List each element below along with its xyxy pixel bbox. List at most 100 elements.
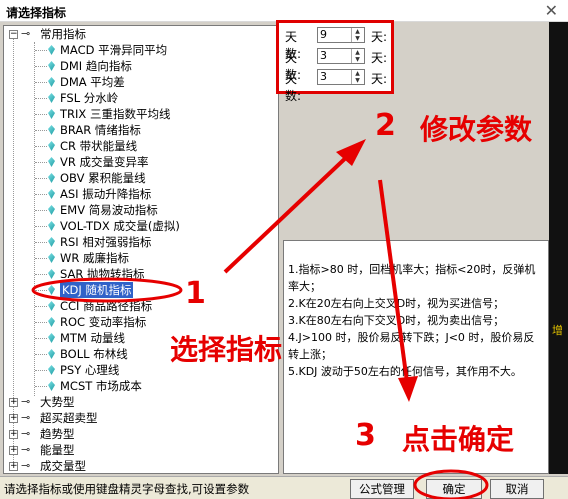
window-title: 请选择指标 xyxy=(6,6,67,20)
ok-button[interactable]: 确定 xyxy=(426,479,482,499)
indicator-gem-icon xyxy=(48,381,55,391)
tree-guide xyxy=(35,210,47,211)
indicator-gem-icon xyxy=(48,253,55,263)
spinner-icon[interactable]: ▲ ▼ xyxy=(351,49,363,63)
spinner-icon[interactable]: ▲ ▼ xyxy=(351,70,363,84)
tree-item-label: CR 带状能量线 xyxy=(60,139,138,153)
spinner-icon[interactable]: ▲ ▼ xyxy=(351,28,363,42)
indicator-gem-icon xyxy=(48,285,55,295)
indicator-gem-icon xyxy=(48,269,55,279)
expand-icon[interactable]: + xyxy=(9,446,18,455)
tree-group-label: 超买超卖型 xyxy=(40,411,98,425)
tree-guide xyxy=(35,386,47,387)
tree-item-label: FSL 分水岭 xyxy=(60,91,119,105)
tree-guide xyxy=(35,50,47,51)
tree-item-label: BOLL 布林线 xyxy=(60,347,128,361)
indicator-gem-icon xyxy=(48,365,55,375)
indicator-gem-icon xyxy=(48,349,55,359)
tree-item-label: MACD 平滑异同平均 xyxy=(60,43,168,57)
tree-group-label: 大势型 xyxy=(40,395,75,409)
tree-guide xyxy=(35,338,47,339)
tree-item-label: TRIX 三重指数平均线 xyxy=(60,107,171,121)
param-unit: 天: xyxy=(371,51,388,65)
tree-guide xyxy=(35,274,47,275)
tree-item-label: WR 威廉指标 xyxy=(60,251,130,265)
tree-guide xyxy=(35,290,47,291)
description-line: 5.KDJ 波动于50左右的任何信号，其作用不大。 xyxy=(288,365,522,378)
group-key-icon: ⊸ xyxy=(21,395,31,408)
annotation-step2-number: 2 xyxy=(375,108,396,143)
indicator-gem-icon xyxy=(48,125,55,135)
tree-guide xyxy=(35,194,47,195)
tree-root-label: 常用指标 xyxy=(40,27,86,41)
title-bar: 请选择指标 ✕ xyxy=(0,0,568,22)
indicator-gem-icon xyxy=(48,61,55,71)
tree-item-label: EMV 简易波动指标 xyxy=(60,203,158,217)
tree-guide xyxy=(35,258,47,259)
tree-guide xyxy=(34,42,35,396)
tree-item-label: DMI 趋向指标 xyxy=(60,59,132,73)
tree-item-label: MCST 市场成本 xyxy=(60,379,142,393)
indicator-gem-icon xyxy=(48,109,55,119)
side-label: 增 xyxy=(552,324,563,337)
tree-item-label: DMA 平均差 xyxy=(60,75,125,89)
tree-guide xyxy=(35,114,47,115)
status-message: 请选择指标或使用键盘精灵字母查找,可设置参数 xyxy=(4,482,250,496)
tree-item-label: ASI 振动升降指标 xyxy=(60,187,152,201)
annotation-step1-text: 选择指标 xyxy=(170,333,283,366)
tree-item-label: KDJ 随机指标 xyxy=(60,282,134,298)
group-key-icon: ⊸ xyxy=(21,427,31,440)
expand-icon[interactable]: + xyxy=(9,430,18,439)
tree-item-label: BRAR 情绪指标 xyxy=(60,123,141,137)
indicator-tree[interactable]: − ⊸ 常用指标 MACD 平滑异同平均 DMI 趋向指标 DMA 平均差 FSL 分… xyxy=(3,25,279,474)
indicator-gem-icon xyxy=(48,237,55,247)
tree-guide xyxy=(35,130,47,131)
expand-icon[interactable]: + xyxy=(9,414,18,423)
annotation-step3-number: 3 xyxy=(355,418,376,453)
group-key-icon: ⊸ xyxy=(21,459,31,472)
tree-group-label: 能量型 xyxy=(40,443,75,457)
tree-guide xyxy=(35,178,47,179)
indicator-gem-icon xyxy=(48,189,55,199)
indicator-gem-icon xyxy=(48,141,55,151)
tree-guide xyxy=(35,354,47,355)
group-key-icon: ⊸ xyxy=(21,27,31,40)
expand-icon[interactable]: + xyxy=(9,462,18,471)
tree-group-label: 成交量型 xyxy=(40,459,86,473)
group-key-icon: ⊸ xyxy=(21,411,31,424)
close-icon[interactable]: ✕ xyxy=(545,1,558,20)
tree-item-label: OBV 累积能量线 xyxy=(60,171,146,185)
param-unit: 天: xyxy=(371,30,388,44)
tree-guide xyxy=(35,242,47,243)
tree-item-label: MTM 动量线 xyxy=(60,331,126,345)
tree-item-label: SAR 抛物转指标 xyxy=(60,267,145,281)
tree-item-label: RSI 相对强弱指标 xyxy=(60,235,152,249)
expand-icon[interactable]: + xyxy=(9,398,18,407)
indicator-gem-icon xyxy=(48,205,55,215)
tree-guide xyxy=(35,322,47,323)
param-label: 天数: xyxy=(285,72,302,103)
status-bar: 请选择指标或使用键盘精灵字母查找,可设置参数 公式管理 确定 取消 xyxy=(0,476,568,499)
annotation-step2-text: 修改参数 xyxy=(420,113,533,146)
params-box: 天数: 9 ▲ ▼ 天: 天数: 3 ▲ ▼ 天: 天数: 3 ▲ ▼ 天: xyxy=(276,20,394,103)
tree-item-label: ROC 变动率指标 xyxy=(60,315,147,329)
description-line: 4.J>100 时，股价易反转下跌；J<0 时，股价易反转上涨； xyxy=(288,331,535,361)
collapse-icon[interactable]: − xyxy=(9,30,18,39)
cancel-button[interactable]: 取消 xyxy=(490,479,544,499)
indicator-gem-icon xyxy=(48,173,55,183)
tree-guide xyxy=(35,66,47,67)
indicator-gem-icon xyxy=(48,45,55,55)
tree-guide xyxy=(35,306,47,307)
indicator-gem-icon xyxy=(48,333,55,343)
tree-guide xyxy=(35,370,47,371)
tree-guide xyxy=(35,226,47,227)
tree-item-label: VOL-TDX 成交量(虚拟) xyxy=(60,219,180,233)
tree-group-label: 趋势型 xyxy=(40,427,75,441)
indicator-gem-icon xyxy=(48,221,55,231)
formula-manage-button[interactable]: 公式管理 xyxy=(350,479,414,499)
indicator-gem-icon xyxy=(48,93,55,103)
description-line: 1.指标>80 时，回档机率大；指标<20时，反弹机率大； xyxy=(288,263,536,293)
description-line: 2.K在20左右向上交叉D时，视为买进信号； xyxy=(288,297,505,310)
tree-item-label: CCI 商品路径指标 xyxy=(60,299,153,313)
annotation-step1-number: 1 xyxy=(185,276,206,311)
